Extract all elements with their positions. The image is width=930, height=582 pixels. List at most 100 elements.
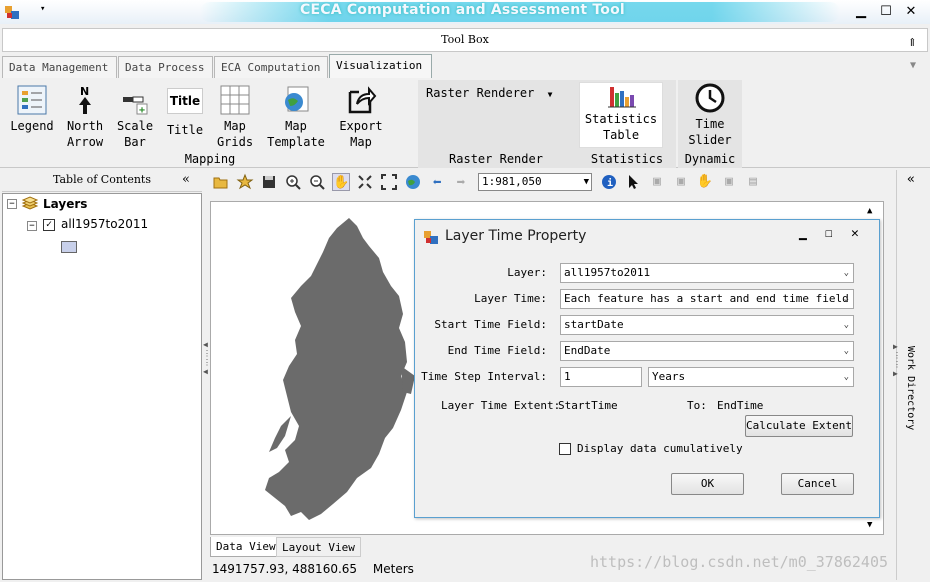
identify-info-icon[interactable]: i [600,173,618,191]
dialog-title: Layer Time Property [445,228,587,244]
time-step-interval-input[interactable]: 1 [560,367,642,387]
edit-tool-icon[interactable]: ▣ [648,173,666,191]
expand-left-icon[interactable]: « [907,172,915,187]
end-time-field-label: End Time Field: [447,344,547,357]
ok-button[interactable]: OK [671,473,744,495]
collapse-up-icon[interactable]: ⇑ [908,32,917,54]
layer-select[interactable]: all1957to2011 ⌄ [560,263,854,283]
window-title: CECA Computation and Assessment Tool [300,2,625,18]
dialog-maximize-icon[interactable]: ☐ [825,226,833,241]
end-time-field-select[interactable]: EndDate ⌄ [560,341,854,361]
time-slider-label-1: Time [695,117,725,131]
tab-data-management[interactable]: Data Management [2,56,117,78]
extent-end-value: EndTime [717,399,764,412]
tab-eca-computation[interactable]: ECA Computation [214,56,328,78]
tab-data-view[interactable]: Data View [210,537,282,557]
extent-to-label: To: [687,399,707,412]
status-units: Meters [372,562,414,576]
layer-visibility-checkbox[interactable]: ✓ [43,219,55,231]
zoom-in-icon[interactable] [284,173,302,191]
north-arrow-button[interactable]: N North Arrow [62,84,108,150]
maximize-icon[interactable]: ☐ [875,3,897,21]
tab-layout-view[interactable]: Layout View [276,537,361,557]
map-toolbar: ✋ ⬅ ➡ 1:981,050 ▼ i ▣ ▣ ✋ ▣ ▤ [210,170,892,194]
title-icon-text: Title [167,88,203,114]
dropdown-arrow-icon[interactable]: ▼ [584,174,589,190]
map-template-button[interactable]: Map Template [264,84,328,150]
quick-access-dropdown-icon[interactable]: ▾ [40,4,45,14]
scale-value: 1:981,050 [482,175,542,188]
app-icon[interactable] [4,4,20,20]
edit-tool-icon[interactable]: ▣ [672,173,690,191]
dialog-minimize-icon[interactable]: ▁ [799,226,807,241]
globe-icon[interactable] [404,173,422,191]
forward-arrow-icon[interactable]: ➡ [452,173,470,191]
tab-visualization[interactable]: Visualization [329,54,432,79]
scale-bar-label-1: Scale [116,119,154,133]
scale-bar-icon: + [119,84,151,116]
legend-button[interactable]: Legend [8,84,56,134]
scale-bar-button[interactable]: + Scale Bar [112,84,158,150]
save-icon[interactable] [260,173,278,191]
scroll-down-icon[interactable]: ▼ [867,520,872,530]
layer-time-select[interactable]: Each feature has a start and end time fi… [560,289,854,309]
export-map-label-2: Map [350,135,372,149]
toc-root-layers[interactable]: Layers [43,197,87,211]
export-map-button[interactable]: Export Map [334,84,388,150]
add-data-icon[interactable] [236,173,254,191]
edit-hand-icon[interactable]: ✋ [696,173,714,191]
fixed-zoom-in-icon[interactable] [356,173,374,191]
tabs-dropdown-icon[interactable]: ▼ [910,60,916,71]
statistics-table-button[interactable]: Statistics Table [579,82,663,148]
map-feature-polygon [265,218,415,520]
collapse-left-icon[interactable]: « [182,170,190,190]
full-extent-icon[interactable] [380,173,398,191]
splitter-grip-right[interactable]: ▶ ⋮ ⋮ ▶ [893,342,901,378]
scale-bar-label-2: Bar [124,135,146,149]
raster-renderer-dropdown[interactable]: Raster Renderer ▼ [426,86,552,100]
legend-label: Legend [10,119,54,133]
north-arrow-label-2: Arrow [66,135,104,149]
mapping-group-label: Mapping [184,152,236,166]
layer-symbol-swatch[interactable] [61,241,77,253]
tab-data-process[interactable]: Data Process [118,56,213,78]
time-step-interval-label: Time Step Interval: [421,370,547,383]
edit-tool-icon[interactable]: ▤ [744,173,762,191]
layer-select-value: all1957to2011 [564,266,651,279]
edit-tool-icon[interactable]: ▣ [720,173,738,191]
title-button[interactable]: Title Title [162,84,208,138]
expand-collapse-icon[interactable]: − [7,199,17,209]
minimize-icon[interactable]: ▁ [850,3,872,21]
watermark: https://blog.csdn.net/m0_37862405 [590,553,889,571]
map-grids-label-1: Map [224,119,246,133]
toc-layer-name[interactable]: all1957to2011 [61,217,148,231]
expand-collapse-icon[interactable]: − [27,221,37,231]
time-slider-button[interactable]: Time Slider [682,82,738,148]
back-arrow-icon[interactable]: ⬅ [428,173,446,191]
dialog-close-icon[interactable]: ✕ [851,226,859,241]
time-slider-label-2: Slider [688,133,732,147]
tab-label: ECA Computation [221,61,321,74]
start-time-field-select[interactable]: startDate ⌄ [560,315,854,335]
time-step-unit-select[interactable]: Years ⌄ [648,367,854,387]
zoom-out-icon[interactable] [308,173,326,191]
scale-combobox[interactable]: 1:981,050 ▼ [478,173,592,191]
display-cumulative-checkbox[interactable] [559,443,571,455]
close-icon[interactable]: ✕ [900,3,922,21]
scroll-up-icon[interactable]: ▲ [867,206,872,216]
calculate-extent-button[interactable]: Calculate Extent [745,415,853,437]
open-folder-icon[interactable] [212,173,230,191]
map-grids-button[interactable]: Map Grids [212,84,258,150]
north-arrow-label-1: North [66,119,104,133]
select-pointer-icon[interactable] [624,173,642,191]
toc-title: Table of Contents [52,173,151,186]
tab-label: Data Process [125,61,205,74]
dropdown-arrow-icon: ▼ [547,90,553,99]
export-icon [345,84,377,116]
pan-hand-icon[interactable]: ✋ [332,173,350,191]
title-label: Title [166,123,204,137]
cancel-button[interactable]: Cancel [781,473,854,495]
tab-label: Layout View [282,541,355,554]
raster-render-group-label: Raster Render [449,152,543,166]
work-directory-label[interactable]: Work Directory [905,346,916,430]
